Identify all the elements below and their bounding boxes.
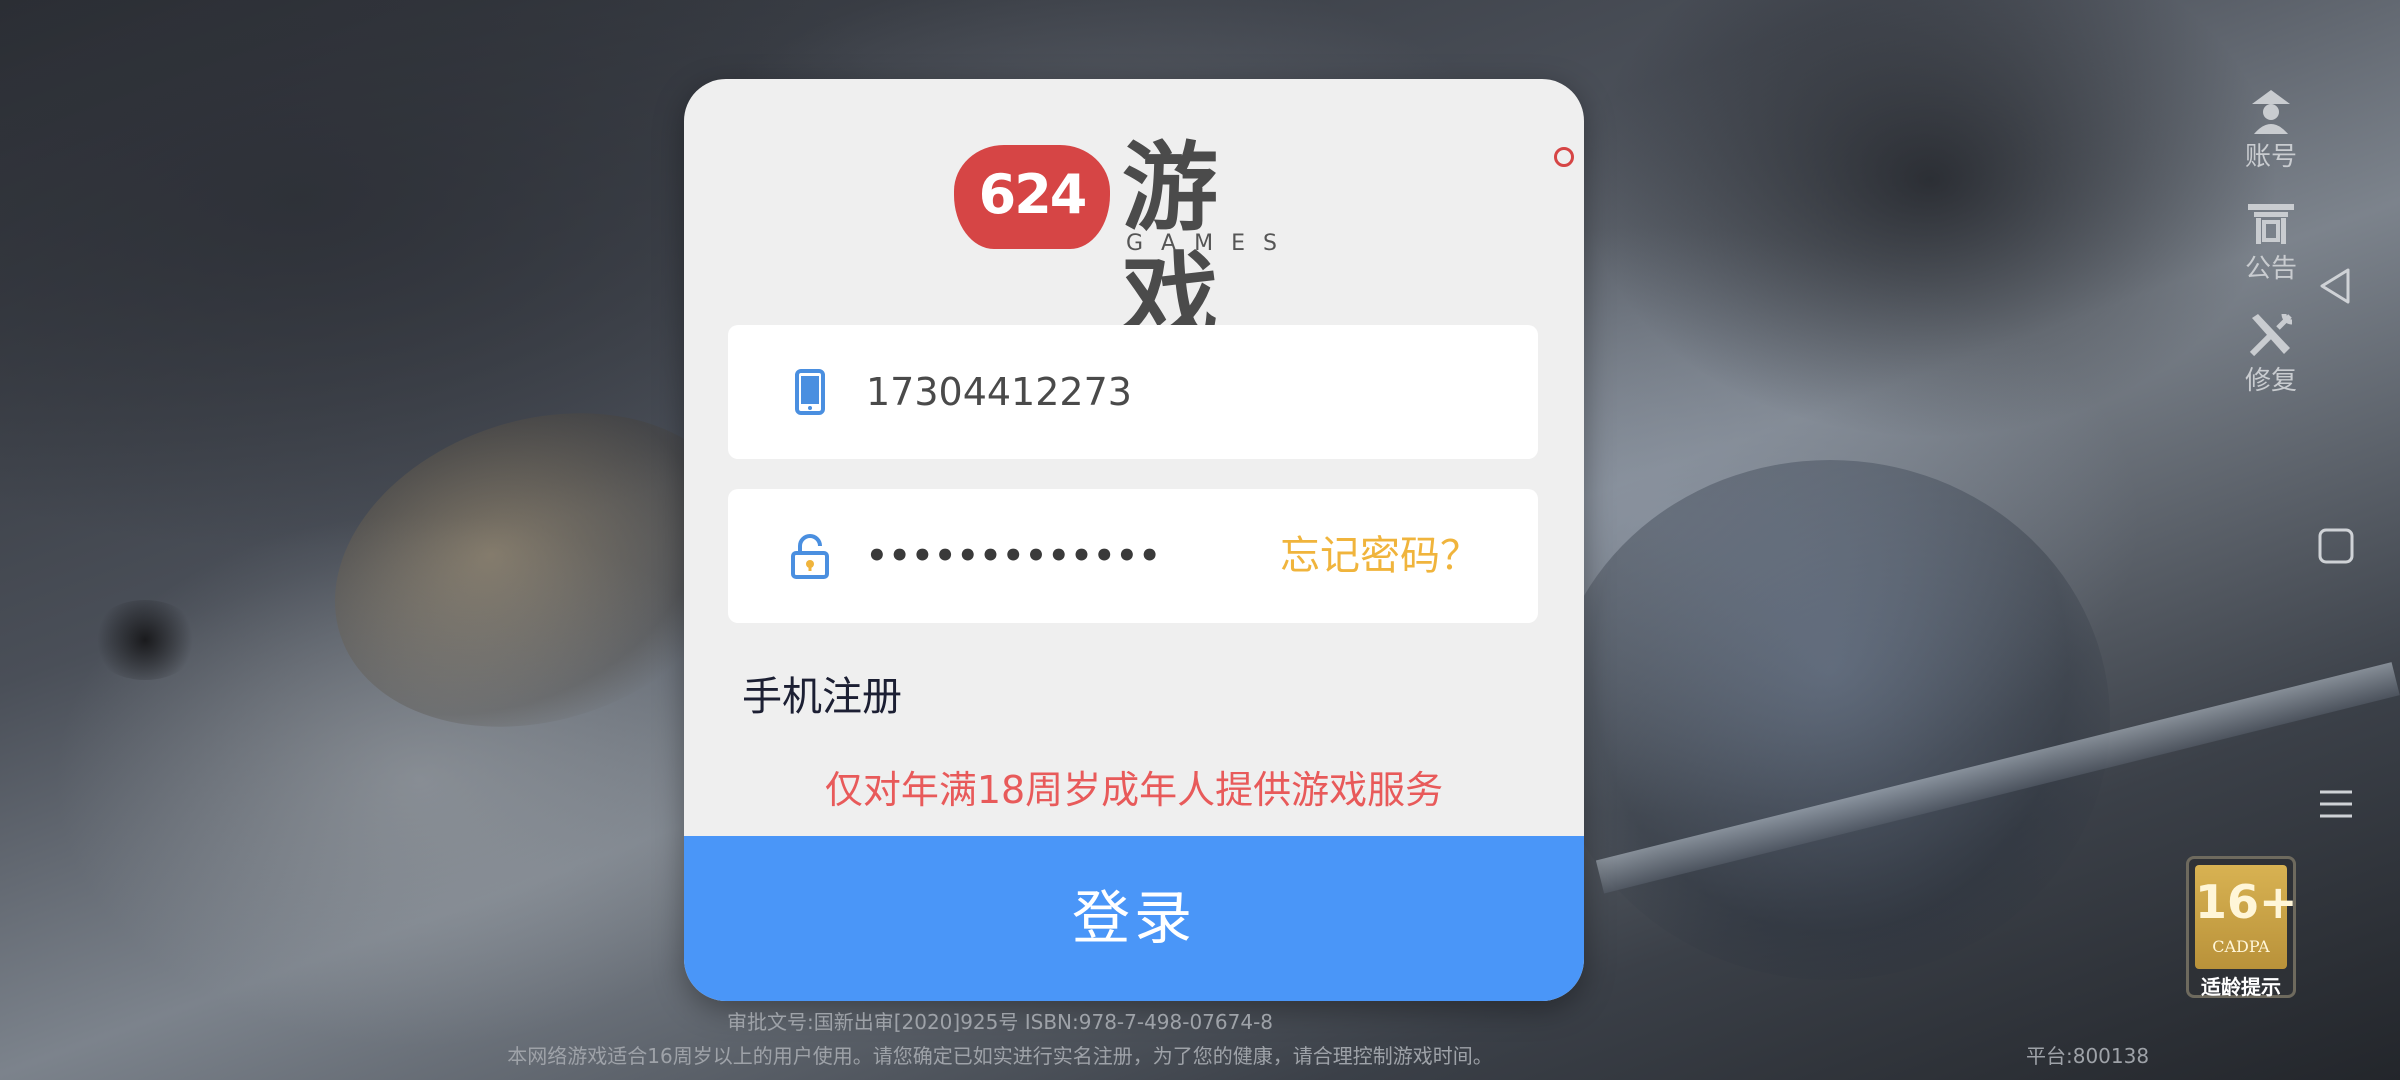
game-logo: 624 游戏 GAMES	[954, 133, 1574, 353]
approval-text: 审批文号:国新出审[2020]925号 ISBN:978-7-498-07674…	[726, 1010, 1274, 1034]
logo-badge: 624	[954, 145, 1110, 249]
age-restriction-notice: 仅对年满18周岁成年人提供游戏服务	[824, 768, 1444, 812]
logo-subtitle: GAMES	[1126, 231, 1295, 256]
account-icon	[2252, 90, 2290, 134]
health-notice-text: 本网络游戏适合16周岁以上的用户使用。请您确定已如实进行实名注册，为了您的健康，…	[507, 1044, 1493, 1068]
password-field[interactable]: ••••••••••••• 忘记密码？	[728, 489, 1538, 623]
game-background: 624 游戏 GAMES 17304412273 ••••••••••••• 忘…	[0, 0, 2400, 1080]
announcement-icon	[2248, 204, 2294, 244]
password-input[interactable]: •••••••••••••	[866, 489, 1162, 623]
rating-org: CADPA	[2212, 937, 2270, 956]
phone-input[interactable]: 17304412273	[866, 325, 1132, 459]
phone-register-link[interactable]: 手机注册	[742, 664, 902, 722]
home-nav-icon[interactable]	[2314, 524, 2358, 568]
repair-icon	[2249, 313, 2293, 357]
side-item-repair[interactable]: 修复	[2230, 308, 2312, 420]
rating-age: 16+	[2195, 875, 2298, 929]
background-shadow	[1580, 0, 2280, 440]
age-rating-badge[interactable]: 16+ CADPA 适龄提示	[2186, 856, 2298, 999]
logo-dot	[1554, 147, 1574, 167]
armor-body-art	[1550, 460, 2110, 980]
platform-id-text: 平台:800138	[2026, 1044, 2150, 1068]
phone-icon	[795, 369, 825, 415]
side-menu: 账号 公告 修复	[2230, 84, 2312, 420]
side-item-account[interactable]: 账号	[2230, 84, 2312, 196]
back-nav-icon[interactable]	[2314, 264, 2358, 308]
phone-field[interactable]: 17304412273	[728, 325, 1538, 459]
side-item-account-label: 账号	[2244, 142, 2297, 172]
side-item-repair-label: 修复	[2244, 366, 2297, 396]
rating-plate: 16+ CADPA	[2195, 865, 2298, 969]
side-item-announcement[interactable]: 公告	[2230, 196, 2312, 308]
login-dialog: 624 游戏 GAMES 17304412273 ••••••••••••• 忘…	[684, 79, 1584, 1001]
login-button[interactable]: 登录	[684, 836, 1584, 1001]
forgot-password-link[interactable]: 忘记密码？	[1280, 489, 1480, 623]
background-dark-spot	[90, 600, 200, 680]
lock-icon	[791, 534, 829, 579]
side-item-announcement-label: 公告	[2244, 254, 2297, 284]
recents-nav-icon[interactable]	[2314, 782, 2358, 826]
rating-label: 适龄提示	[2201, 975, 2281, 999]
